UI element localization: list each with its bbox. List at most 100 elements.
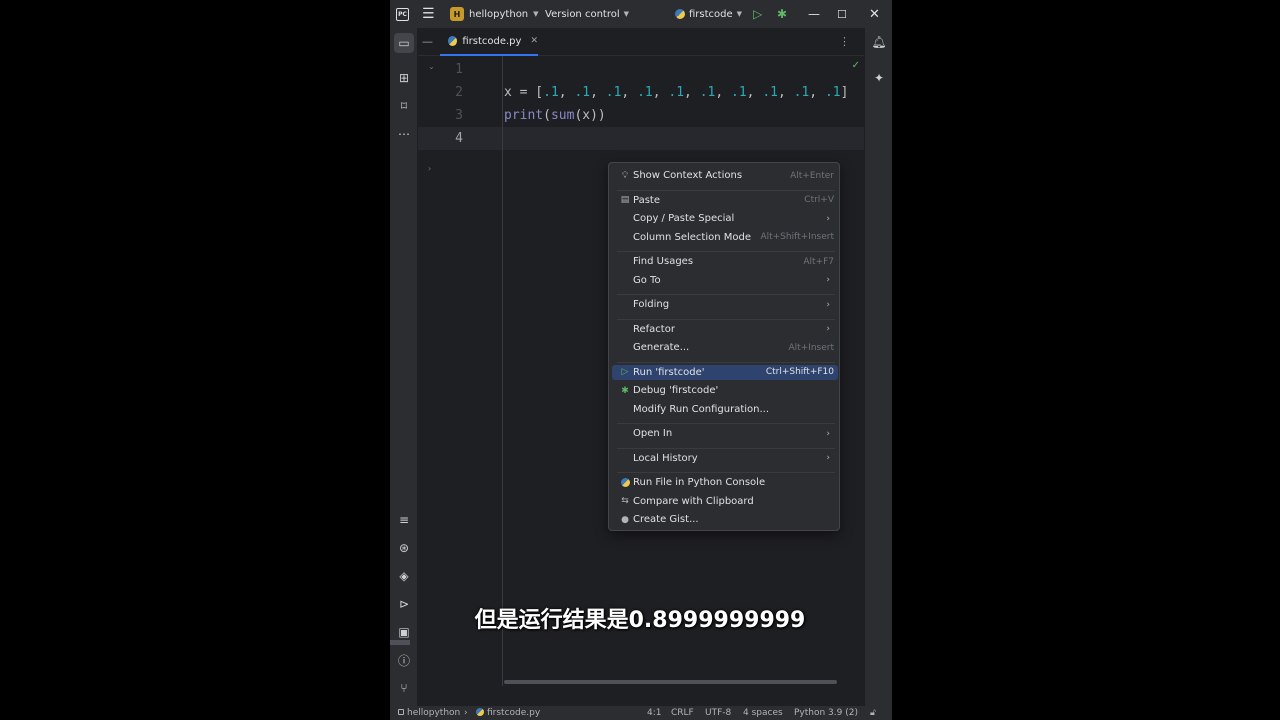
more-vertical-icon[interactable]: ⋮ xyxy=(839,35,850,48)
horizontal-scrollbar[interactable] xyxy=(504,680,837,684)
code-token: .1 xyxy=(762,85,778,100)
menu-item-modify-run-configuration[interactable]: Modify Run Configuration... xyxy=(612,402,838,417)
menu-item-column-selection-mode[interactable]: Column Selection Mode Alt+Shift+Insert xyxy=(612,230,838,245)
menu-separator xyxy=(617,423,835,424)
menu-item-paste[interactable]: ▤ Paste Ctrl+V xyxy=(612,193,838,208)
code-line[interactable]: print(sum(x)) xyxy=(504,104,606,127)
status-line-separator[interactable]: CRLF xyxy=(671,706,694,720)
menu-item-generate[interactable]: Generate... Alt+Insert xyxy=(612,340,838,355)
menu-item-create-gist[interactable]: ● Create Gist... xyxy=(612,512,838,527)
lightbulb-icon: 💡︎ xyxy=(621,170,629,181)
current-line-highlight xyxy=(418,127,864,150)
github-icon: ● xyxy=(621,514,629,525)
code-token: (x)) xyxy=(574,108,606,123)
python-file-icon xyxy=(675,9,685,19)
menu-item-open-in[interactable]: Open In › xyxy=(612,426,838,441)
status-interpreter[interactable]: Python 3.9 (2) xyxy=(794,706,858,720)
run-config-selector[interactable]: firstcode ▼ xyxy=(675,0,742,28)
ai-assistant-icon[interactable]: ✦ xyxy=(871,70,887,86)
problems-icon[interactable]: ⓘ xyxy=(394,650,414,670)
run-icon[interactable]: ▷ xyxy=(753,0,762,28)
menu-item-label: Go To xyxy=(633,274,661,286)
line-number: 3 xyxy=(455,108,463,123)
close-icon[interactable]: ✕ xyxy=(869,0,880,28)
project-name: hellopython xyxy=(469,8,529,20)
menu-item-label: Open In xyxy=(633,428,673,439)
code-token: .1 xyxy=(699,85,716,100)
menu-item-label: Run File in Python Console xyxy=(633,477,766,488)
editor-context-menu: 💡︎ Show Context Actions Alt+Enter ▤ Paste Ctr… xyxy=(608,162,840,531)
menu-separator xyxy=(617,318,835,320)
code-line[interactable]: x = [.1, .1, .1, .1, .1, .1, .1, .1, .1,… xyxy=(504,81,848,104)
status-position[interactable]: 4:1 xyxy=(647,706,661,720)
menu-item-compare-with-clipboard[interactable]: ⇆ Compare with Clipboard xyxy=(612,494,838,509)
services-icon[interactable]: ⊳ xyxy=(394,594,414,614)
chevron-right-icon: › xyxy=(826,213,830,224)
project-folder-icon[interactable]: ▭ xyxy=(394,33,414,53)
expand-chevron-icon[interactable]: › xyxy=(428,164,431,173)
inspection-ok-icon[interactable]: ✓ xyxy=(852,60,860,71)
line-number: 4 xyxy=(455,131,463,146)
menu-item-copy-paste-special[interactable]: Copy / Paste Special › xyxy=(612,211,838,226)
video-subtitle: 但是运行结果是0.8999999999 xyxy=(474,608,806,633)
todo-list-icon[interactable]: ≡ xyxy=(394,510,414,530)
menu-item-run-firstcode[interactable]: ▷ Run 'firstcode' Ctrl+Shift+F10 xyxy=(612,364,838,380)
structure-icon[interactable]: ⊞ xyxy=(394,68,414,88)
menu-item-shortcut: Alt+Enter xyxy=(790,170,834,181)
code-token: .1 xyxy=(574,85,591,100)
chevron-right-icon: › xyxy=(826,275,830,285)
terminal-icon[interactable]: ▣ xyxy=(394,622,414,642)
menu-item-label: Copy / Paste Special xyxy=(633,213,735,224)
status-indent[interactable]: 4 spaces xyxy=(743,706,783,720)
menu-item-go-to[interactable]: Go To › xyxy=(612,273,838,288)
menu-item-shortcut: Alt+Shift+Insert xyxy=(760,232,834,242)
notifications-icon[interactable]: 🔔︎ xyxy=(871,34,887,50)
menu-item-run-file-in-python-console[interactable]: Run File in Python Console xyxy=(612,475,838,490)
close-tab-icon[interactable]: ✕ xyxy=(530,36,538,46)
menu-item-debug-firstcode[interactable]: ✱ Debug 'firstcode' xyxy=(612,383,838,398)
bookmark-icon[interactable]: ⌑ xyxy=(394,96,414,116)
menu-item-label: Paste xyxy=(633,194,660,206)
more-icon[interactable]: ⋯ xyxy=(394,124,414,144)
menu-item-show-context-actions[interactable]: 💡︎ Show Context Actions Alt+Enter xyxy=(612,168,838,183)
maximize-icon[interactable]: ☐ xyxy=(837,0,847,28)
menu-separator xyxy=(617,472,835,473)
version-control-menu[interactable]: Version control ▼ xyxy=(545,0,629,28)
menu-item-label: Generate... xyxy=(633,342,690,353)
compare-icon: ⇆ xyxy=(621,496,629,506)
code-token: , xyxy=(590,85,606,100)
collapse-icon[interactable]: — xyxy=(422,35,433,48)
menu-item-find-usages[interactable]: Find Usages Alt+F7 xyxy=(612,254,838,269)
chevron-right-icon: › xyxy=(826,324,830,334)
code-token: , xyxy=(621,85,638,100)
chevron-down-icon: ▼ xyxy=(623,10,630,18)
right-tool-strip: 🔔︎ ✦ xyxy=(864,28,892,706)
tab-label: firstcode.py xyxy=(462,35,522,47)
menu-item-folding[interactable]: Folding › xyxy=(612,297,838,312)
tab-firstcode[interactable]: firstcode.py ✕ xyxy=(440,28,538,56)
status-encoding[interactable]: UTF-8 xyxy=(705,706,731,720)
minimize-icon[interactable]: — xyxy=(808,0,820,28)
lock-icon[interactable]: 🔓︎ xyxy=(870,706,876,720)
status-bar: hellopython › firstcode.py 4:1 CRLF UTF-… xyxy=(390,706,892,720)
status-project[interactable]: hellopython xyxy=(398,706,460,720)
pycharm-icon[interactable]: PC xyxy=(396,0,412,28)
code-token: .1 xyxy=(731,85,747,100)
debug-icon[interactable]: ✱ xyxy=(777,0,787,28)
hamburger-icon[interactable]: ☰ xyxy=(422,0,440,28)
panel-scrollbar[interactable] xyxy=(390,640,410,645)
git-icon[interactable]: ⑂ xyxy=(394,678,414,698)
code-token: .1 xyxy=(637,85,653,100)
chevron-down-icon: ▼ xyxy=(736,10,743,18)
menu-item-label: Run 'firstcode' xyxy=(633,366,705,378)
menu-item-local-history[interactable]: Local History › xyxy=(612,451,838,466)
layers-icon[interactable]: ◈ xyxy=(394,566,414,586)
clipboard-icon: ▤ xyxy=(620,195,630,205)
python-file-icon xyxy=(476,708,484,716)
fold-chevron-icon[interactable]: ⌄ xyxy=(428,62,435,71)
python-packages-icon[interactable]: ⊛ xyxy=(394,538,414,558)
project-selector[interactable]: H hellopython ▼ xyxy=(450,0,539,28)
menu-separator xyxy=(617,189,835,191)
menu-item-refactor[interactable]: Refactor › xyxy=(612,322,838,337)
status-file[interactable]: firstcode.py xyxy=(476,706,540,720)
